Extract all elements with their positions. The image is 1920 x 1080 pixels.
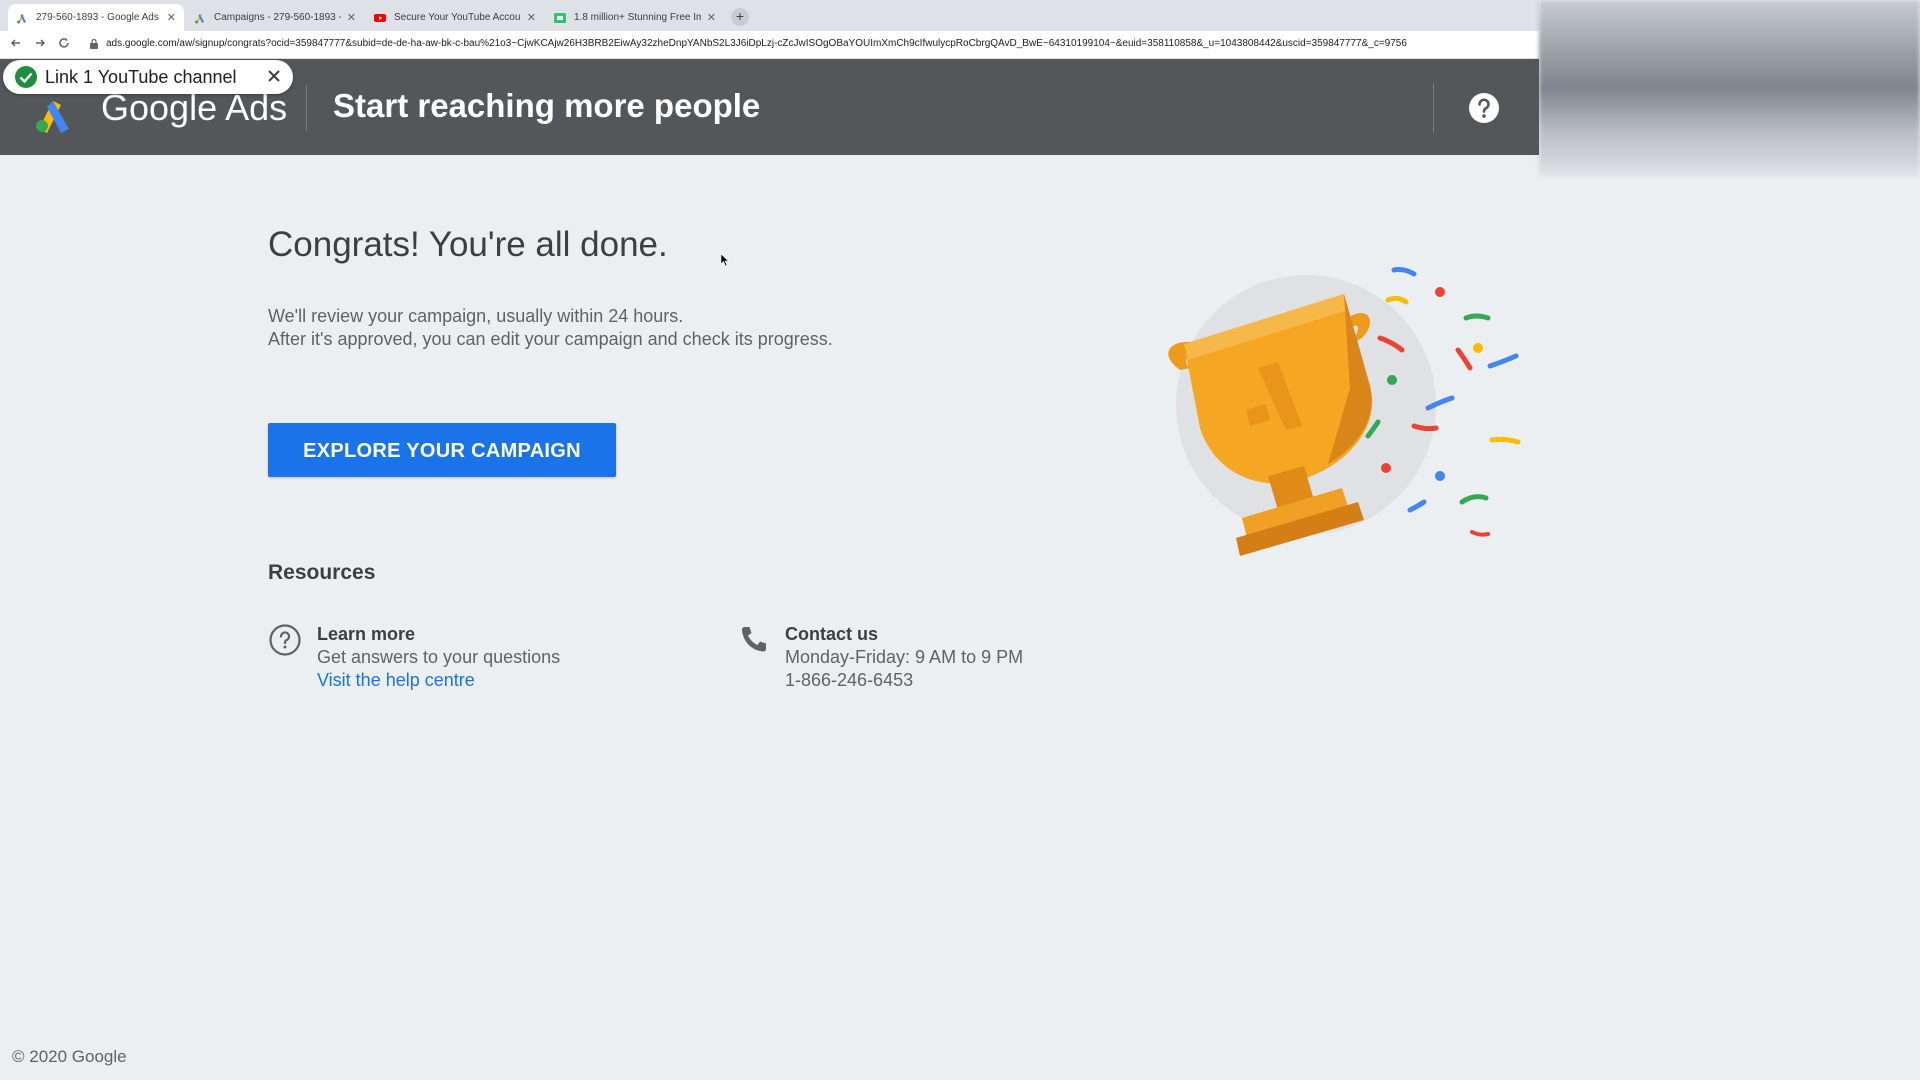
help-circle-icon	[269, 624, 301, 656]
browser-tab-strip: 279-560-1893 - Google Ads ✕ Campaigns - …	[0, 0, 1539, 31]
phone-icon	[742, 627, 766, 652]
trophy-illustration	[1168, 267, 1521, 556]
toast-label: Link 1 YouTube channel	[45, 67, 237, 87]
close-icon[interactable]	[263, 65, 285, 87]
header-divider	[306, 85, 307, 131]
browser-tab[interactable]: 279-560-1893 - Google Ads ✕	[8, 4, 184, 31]
page-title: Start reaching more people	[333, 87, 761, 124]
mouse-cursor-icon	[721, 254, 729, 266]
tab-title: 279-560-1893 - Google Ads	[36, 12, 159, 23]
url-field[interactable]: ads.google.com/aw/signup/congrats?ocid=3…	[106, 38, 1539, 49]
learn-more-text: Get answers to your questions	[317, 647, 561, 667]
tab-close-icon[interactable]: ✕	[167, 11, 176, 24]
lock-icon	[90, 39, 98, 49]
tab-close-icon[interactable]: ✕	[347, 11, 356, 24]
forward-arrow-icon[interactable]	[31, 36, 49, 54]
back-arrow-icon[interactable]	[7, 36, 25, 54]
google-ads-logo-icon	[36, 101, 69, 133]
youtube-icon	[374, 12, 386, 24]
explore-campaign-button[interactable]: EXPLORE YOUR CAMPAIGN	[268, 423, 616, 477]
contact-hours: Monday-Friday: 9 AM to 9 PM	[785, 647, 1024, 667]
google-ads-icon	[16, 12, 28, 24]
browser-tab[interactable]: Secure Your YouTube Account ✕	[366, 4, 544, 31]
copyright: © 2020 Google	[12, 1047, 127, 1066]
help-centre-link[interactable]: Visit the help centre	[317, 670, 475, 691]
blurred-background-region	[1539, 0, 1920, 176]
contact-us-title: Contact us	[785, 624, 879, 644]
learn-more-title: Learn more	[317, 624, 416, 644]
tab-title: Campaigns - 279-560-1893 -	[214, 12, 341, 23]
contact-phone: 1-866-246-6453	[785, 670, 914, 690]
congrats-heading: Congrats! You're all done.	[268, 225, 668, 264]
tab-close-icon[interactable]: ✕	[707, 11, 716, 24]
new-tab-button[interactable]: +	[731, 8, 749, 26]
tab-title: 1.8 million+ Stunning Free Ima	[574, 12, 701, 23]
review-description: We'll review your campaign, usually with…	[268, 306, 684, 326]
tab-close-icon[interactable]: ✕	[527, 11, 536, 24]
linked-channel-toast: Link 1 YouTube channel	[3, 60, 293, 94]
tab-title: Secure Your YouTube Account	[394, 12, 521, 23]
image-site-icon	[554, 12, 566, 24]
check-circle-icon	[15, 66, 37, 88]
browser-tab[interactable]: 1.8 million+ Stunning Free Ima ✕	[546, 4, 724, 31]
reload-icon[interactable]	[55, 36, 73, 54]
resources-heading: Resources	[268, 561, 376, 584]
help-icon[interactable]	[1468, 92, 1500, 124]
browser-address-bar: ads.google.com/aw/signup/congrats?ocid=3…	[0, 31, 1539, 59]
approval-description: After it's approved, you can edit your c…	[268, 329, 833, 349]
browser-tab[interactable]: Campaigns - 279-560-1893 - ✕	[186, 4, 364, 31]
header-divider	[1433, 83, 1434, 133]
google-ads-icon	[194, 12, 206, 24]
